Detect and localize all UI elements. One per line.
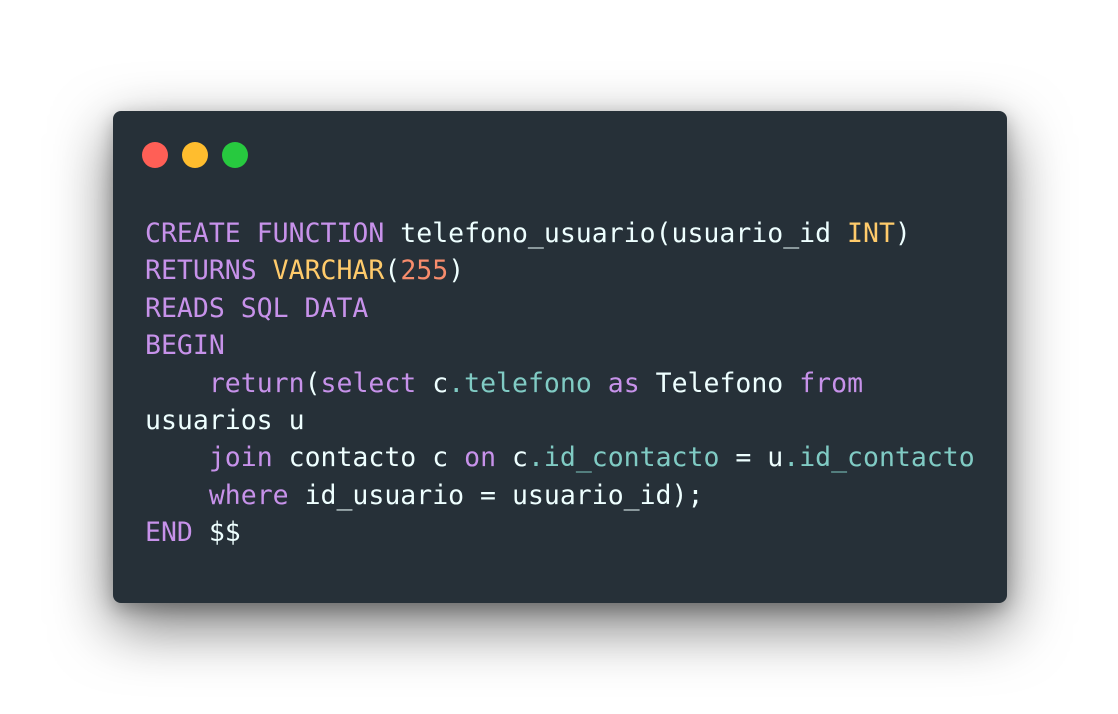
code-token: READS SQL DATA [145,292,369,324]
code-line: return(select c.telefono as Telefono fro… [145,365,975,402]
code-token: c [496,442,528,474]
code-line: join contacto c on c.id_contacto = u.id_… [145,439,975,476]
code-token: on [464,442,497,474]
code-token: BEGIN [145,330,225,362]
code-token: select [320,367,417,399]
code-token: from [799,367,864,399]
code-token: .telefono [448,367,592,399]
code-token: $$ [192,517,241,549]
code-token: = u [719,442,784,474]
code-token: where [208,479,289,511]
code-line: RETURNS VARCHAR(255) [145,252,975,289]
code-block: CREATE FUNCTION telefono_usuario(usuario… [145,215,975,552]
code-token: RETURNS [145,255,257,287]
code-window: CREATE FUNCTION telefono_usuario(usuario… [113,111,1007,603]
code-line: CREATE FUNCTION telefono_usuario(usuario… [145,215,975,252]
code-token: ) [894,218,911,249]
code-line: READS SQL DATA [145,290,975,327]
code-token: .id_contacto [783,442,975,474]
code-token: .id_contacto [527,442,720,474]
code-token: telefono_usuario(usuario_id [384,218,848,249]
close-dot-icon[interactable] [142,142,168,168]
code-token: usuarios u [145,404,305,436]
code-token: join [208,442,273,474]
code-line: END $$ [145,514,975,551]
code-token: as [607,367,640,399]
code-token: 255 [400,255,449,287]
code-token: END [145,517,193,549]
code-line: usuarios u [145,402,975,439]
minimize-dot-icon[interactable] [182,142,208,168]
code-token: FUNCTION [256,218,385,249]
code-token: contacto c [272,442,465,474]
code-token: VARCHAR [272,255,385,287]
code-token: CREATE [145,218,241,249]
code-token: INT [847,218,895,249]
code-token: ( [304,367,321,399]
code-token: ( [384,255,401,287]
code-token: c [416,367,449,399]
code-token: ) [448,255,465,287]
code-token: return [208,367,305,399]
code-token: id_usuario = usuario_id); [288,479,704,511]
code-line: where id_usuario = usuario_id); [145,477,975,514]
code-line: BEGIN [145,327,975,364]
maximize-dot-icon[interactable] [222,142,248,168]
code-token: Telefono [639,367,800,399]
